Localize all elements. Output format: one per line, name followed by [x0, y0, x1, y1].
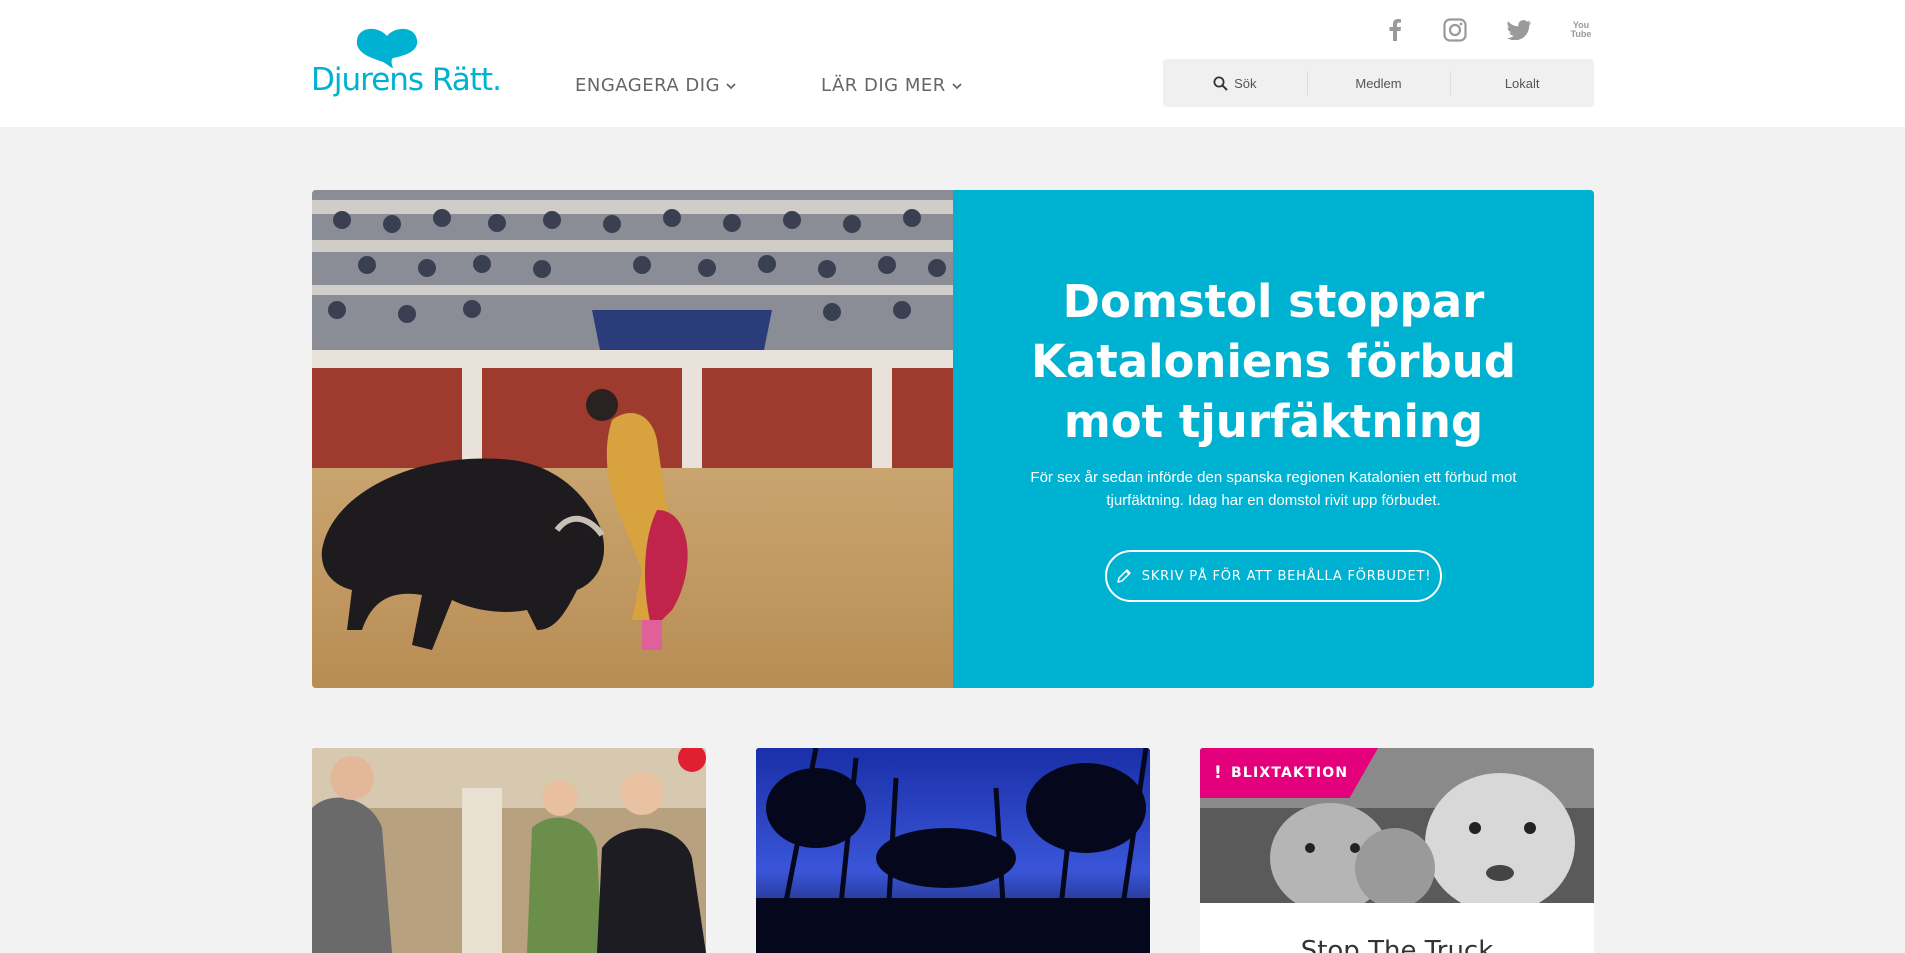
local-button[interactable]: Lokalt — [1450, 59, 1594, 107]
header-toolbar: Sök Medlem Lokalt — [1163, 59, 1594, 107]
instagram-icon — [1443, 18, 1467, 42]
bullfight-illustration — [312, 190, 953, 688]
news-card-2[interactable] — [756, 748, 1150, 953]
chevron-down-icon — [952, 82, 962, 89]
instagram-link[interactable] — [1440, 16, 1470, 44]
nav-lar-dig-mer[interactable]: LÄR DIG MER — [821, 75, 962, 96]
search-button[interactable]: Sök — [1163, 59, 1307, 107]
hero-panel: Domstol stoppar Kataloniens förbud mot t… — [953, 190, 1594, 688]
bullfight-photo[interactable] — [312, 190, 953, 688]
nav-engagera-dig[interactable]: ENGAGERA DIG — [575, 75, 736, 96]
hero-title: Domstol stoppar Kataloniens förbud mot t… — [1030, 275, 1517, 448]
site-header: Djurens Rätt. ENGAGERA DIG LÄR DIG MER Y… — [0, 0, 1905, 127]
logo[interactable]: Djurens Rätt. — [311, 28, 502, 103]
hero-banner: Domstol stoppar Kataloniens förbud mot t… — [312, 190, 1594, 688]
badge-label: BLIXTAKTION — [1230, 765, 1349, 781]
hero-text: För sex år sedan införde den spanska reg… — [1030, 469, 1517, 509]
card-title: Stop The Truck — [1300, 936, 1494, 953]
facebook-link[interactable] — [1380, 16, 1410, 44]
sign-petition-label: SKRIV PÅ FÖR ATT BEHÅLLA FÖRBUDET! — [1141, 568, 1432, 584]
nav-lar-label: LÄR DIG MER — [821, 75, 946, 96]
night-forest-photo — [756, 748, 1150, 953]
pencil-icon — [1117, 569, 1131, 583]
youtube-icon: You Tube — [1571, 21, 1592, 39]
member-label: Medlem — [1355, 75, 1402, 91]
local-label: Lokalt — [1504, 75, 1540, 91]
sheep-photo: ! BLIXTAKTION — [1200, 748, 1594, 903]
flash-action-badge: ! BLIXTAKTION — [1200, 748, 1378, 798]
sign-petition-button[interactable]: SKRIV PÅ FÖR ATT BEHÅLLA FÖRBUDET! — [1105, 550, 1442, 602]
facebook-icon — [1389, 19, 1401, 41]
news-card-1[interactable] — [312, 748, 706, 953]
twitter-link[interactable] — [1504, 16, 1534, 44]
youtube-icon-line2: Tube — [1570, 29, 1592, 39]
search-icon — [1213, 76, 1228, 91]
news-card-3[interactable]: ! BLIXTAKTION Stop The Truck — [1200, 748, 1594, 953]
twitter-icon — [1507, 20, 1531, 40]
people-at-stand-photo — [312, 748, 706, 953]
nav-engagera-label: ENGAGERA DIG — [575, 75, 721, 96]
search-label: Sök — [1234, 75, 1257, 91]
exclamation-icon: ! — [1214, 763, 1223, 783]
member-button[interactable]: Medlem — [1306, 59, 1451, 107]
youtube-link[interactable]: You Tube — [1566, 16, 1596, 44]
logo-text: Djurens Rätt. — [311, 62, 502, 98]
chevron-down-icon — [726, 82, 736, 89]
